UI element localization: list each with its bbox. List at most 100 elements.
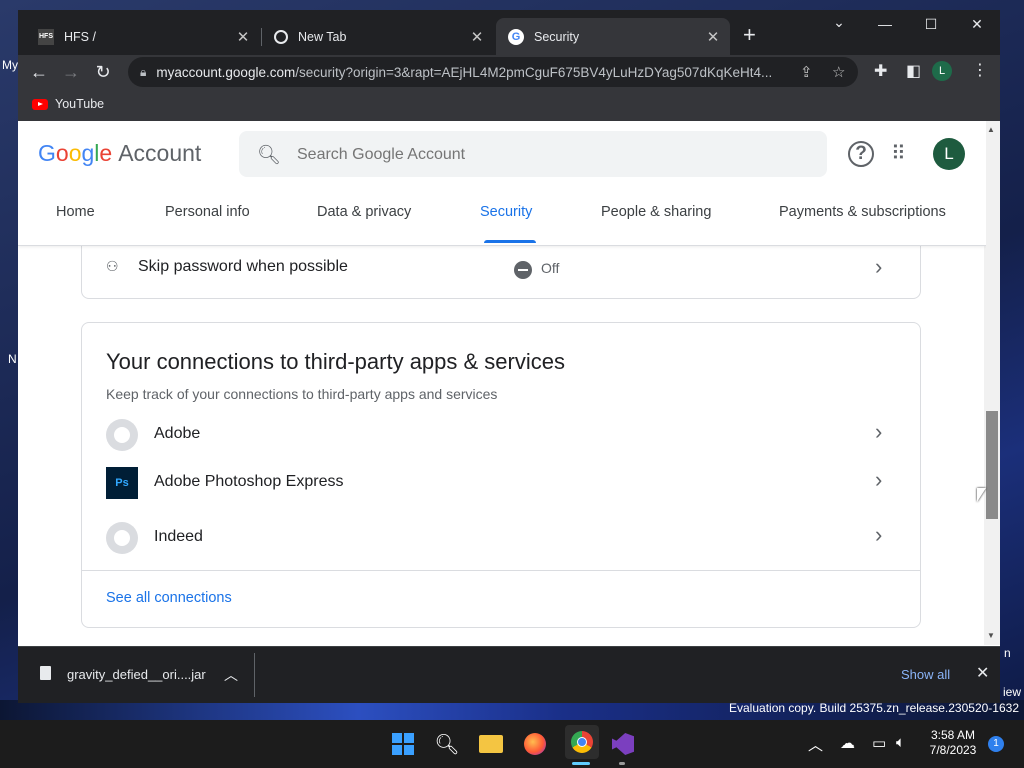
chrome-icon bbox=[274, 29, 288, 44]
bookmark-label: YouTube bbox=[55, 97, 105, 111]
clock-time: 3:58 AM bbox=[930, 728, 976, 742]
tab-new-tab[interactable]: New Tab ✕ bbox=[262, 18, 494, 55]
side-panel-icon[interactable]: ◧ bbox=[906, 61, 921, 81]
tab-personal-info[interactable]: Personal info bbox=[165, 204, 250, 220]
close-icon[interactable]: ✕ bbox=[232, 28, 254, 46]
search-input[interactable] bbox=[295, 141, 799, 169]
tab-security[interactable]: G Security ✕ bbox=[496, 18, 730, 55]
browser-toolbar: ← → ↻ 🔒︎ myaccount.google.com/security?o… bbox=[18, 55, 1000, 89]
skip-password-row[interactable]: ⚇ Skip password when possible Off › bbox=[82, 242, 920, 298]
desktop-label: n bbox=[1004, 646, 1011, 660]
bookmark-star-icon[interactable]: ☆ bbox=[832, 63, 845, 81]
google-logo-text: Google bbox=[38, 140, 113, 166]
see-all-connections-link[interactable]: See all connections bbox=[106, 590, 232, 606]
close-download-bar-icon[interactable]: ✕ bbox=[976, 663, 989, 683]
file-explorer-icon[interactable] bbox=[477, 730, 505, 758]
desktop-label: My bbox=[2, 58, 18, 72]
tab-strip: HFS HFS / ✕ New Tab ✕ G Security ✕ + ⌄ —… bbox=[18, 10, 1000, 55]
profile-avatar[interactable]: L bbox=[932, 61, 952, 81]
active-tab-indicator bbox=[484, 240, 536, 243]
taskbar-clock[interactable]: 3:58 AM 7/8/2023 bbox=[920, 728, 986, 758]
firefox-icon[interactable] bbox=[521, 730, 549, 758]
scroll-up-arrow[interactable]: ▲ bbox=[987, 125, 995, 134]
google-account-header: GoogleAccount 🔍︎ ? ⠿ L Home Personal inf… bbox=[18, 121, 986, 246]
extensions-icon[interactable]: ✚ bbox=[874, 61, 887, 81]
youtube-icon bbox=[32, 98, 48, 110]
show-hidden-icons-chevron-icon[interactable]: ︿ bbox=[808, 734, 823, 755]
file-icon bbox=[40, 666, 51, 680]
account-logo-text: Account bbox=[118, 140, 202, 166]
search-icon: 🔍︎ bbox=[257, 145, 282, 166]
new-tab-button[interactable]: + bbox=[743, 24, 756, 46]
tab-payments-subscriptions[interactable]: Payments & subscriptions bbox=[779, 204, 946, 220]
tab-people-sharing[interactable]: People & sharing bbox=[601, 204, 711, 220]
connection-row-indeed[interactable]: Indeed › bbox=[82, 516, 920, 560]
close-window-button[interactable]: ✕ bbox=[957, 16, 997, 33]
maximize-button[interactable]: ☐ bbox=[911, 16, 951, 33]
chrome-taskbar-icon[interactable] bbox=[565, 725, 599, 759]
desktop-label: iew bbox=[1003, 685, 1022, 699]
active-app-indicator bbox=[572, 762, 590, 765]
url-text: myaccount.google.com/security?origin=3&r… bbox=[156, 64, 773, 80]
desktop-label: N bbox=[8, 352, 17, 366]
chevron-right-icon: › bbox=[875, 419, 883, 444]
passkey-icon: ⚇ bbox=[106, 258, 119, 274]
page-scrollbar[interactable]: ▲ ▼ bbox=[984, 121, 1000, 645]
tab-security[interactable]: Security bbox=[480, 204, 532, 220]
start-button[interactable] bbox=[389, 730, 417, 758]
account-avatar[interactable]: L bbox=[933, 138, 965, 170]
generic-app-icon bbox=[106, 522, 138, 554]
google-account-logo[interactable]: Google Account bbox=[38, 140, 201, 167]
page-content: GoogleAccount 🔍︎ ? ⠿ L Home Personal inf… bbox=[18, 121, 986, 645]
volume-muted-icon[interactable]: 🔈︎ bbox=[896, 734, 905, 751]
connections-subtitle: Keep track of your connections to third-… bbox=[106, 386, 498, 402]
off-status-icon bbox=[514, 261, 532, 279]
download-item[interactable]: gravity_defied__ori....jar bbox=[67, 667, 206, 682]
back-button[interactable]: ← bbox=[26, 59, 52, 85]
skip-password-status: Off bbox=[541, 260, 560, 276]
help-icon[interactable]: ? bbox=[848, 141, 874, 167]
app-indicator bbox=[619, 762, 625, 765]
download-separator bbox=[254, 653, 255, 697]
windows-taskbar: 🔍︎ ︿ ☁︎ ▭ 🔈︎ 3:58 AM 7/8/2023 1 bbox=[0, 720, 1024, 768]
third-party-connections-card: Your connections to third-party apps & s… bbox=[81, 322, 921, 628]
share-icon[interactable]: ⇪ bbox=[800, 63, 813, 81]
scroll-down-arrow[interactable]: ▼ bbox=[987, 631, 995, 640]
lock-icon: 🔒︎ bbox=[140, 64, 147, 79]
tab-title: HFS / bbox=[64, 29, 96, 44]
cloud-offline-icon[interactable]: ☁︎ bbox=[840, 734, 855, 752]
forward-button[interactable]: → bbox=[58, 59, 84, 85]
chevron-right-icon: › bbox=[875, 467, 883, 492]
generic-app-icon bbox=[106, 419, 138, 451]
browser-window: HFS HFS / ✕ New Tab ✕ G Security ✕ + ⌄ —… bbox=[18, 10, 1000, 702]
notification-badge[interactable]: 1 bbox=[988, 736, 1004, 752]
address-bar[interactable]: 🔒︎ myaccount.google.com/security?origin=… bbox=[128, 57, 858, 87]
chevron-right-icon: › bbox=[875, 254, 883, 279]
search-box[interactable]: 🔍︎ bbox=[239, 131, 827, 177]
bookmark-youtube[interactable]: YouTube bbox=[32, 97, 104, 111]
tab-data-privacy[interactable]: Data & privacy bbox=[317, 204, 411, 220]
connections-title: Your connections to third-party apps & s… bbox=[106, 349, 565, 374]
minimize-button[interactable]: — bbox=[865, 16, 905, 32]
connection-row-adobe[interactable]: Adobe › bbox=[82, 413, 920, 457]
scrollbar-thumb[interactable] bbox=[986, 411, 998, 519]
reload-button[interactable]: ↻ bbox=[90, 59, 116, 85]
close-icon[interactable]: ✕ bbox=[702, 28, 724, 46]
tab-search-icon[interactable]: ⌄ bbox=[819, 14, 859, 31]
chevron-up-icon[interactable]: ︿ bbox=[224, 665, 238, 685]
chevron-right-icon: › bbox=[875, 522, 883, 547]
connection-row-photoshop-express[interactable]: Ps Adobe Photoshop Express › bbox=[82, 461, 920, 505]
evaluation-watermark: Evaluation copy. Build 25375.zn_release.… bbox=[729, 701, 1019, 715]
google-icon: G bbox=[508, 28, 524, 45]
apps-grid-icon[interactable]: ⠿ bbox=[891, 141, 906, 166]
network-icon[interactable]: ▭ bbox=[872, 734, 886, 752]
connection-name: Adobe bbox=[154, 425, 201, 442]
show-all-button[interactable]: Show all bbox=[901, 667, 950, 682]
taskbar-search-icon[interactable]: 🔍︎ bbox=[433, 730, 461, 758]
tab-hfs[interactable]: HFS HFS / ✕ bbox=[26, 18, 260, 55]
tab-home[interactable]: Home bbox=[56, 204, 95, 220]
windows-logo-icon bbox=[392, 733, 414, 755]
menu-icon[interactable]: ⋮ bbox=[972, 60, 988, 80]
close-icon[interactable]: ✕ bbox=[466, 28, 488, 46]
visual-studio-icon[interactable] bbox=[609, 730, 637, 758]
